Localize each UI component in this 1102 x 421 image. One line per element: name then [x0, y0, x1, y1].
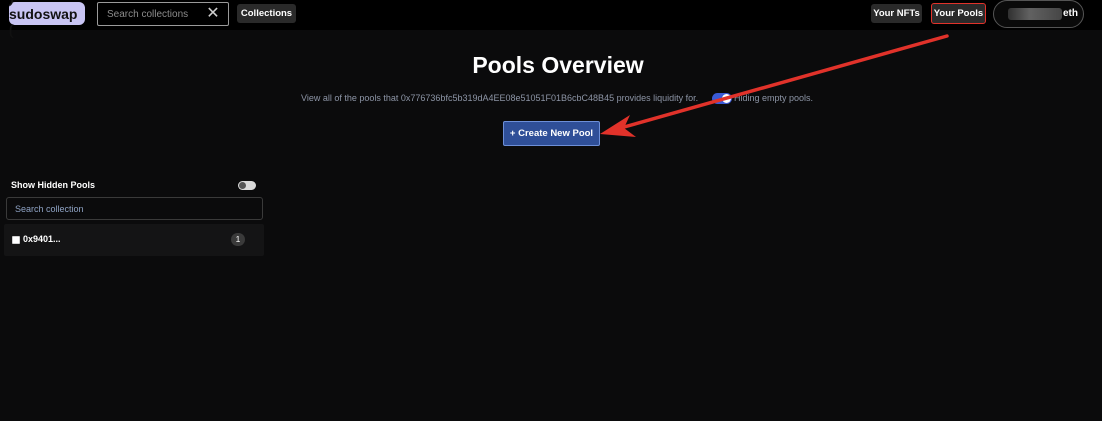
collection-address: 0x9401...: [23, 234, 61, 244]
page-title: Pools Overview: [472, 52, 644, 78]
hiding-empty-pools-label: Hiding empty pools.: [734, 93, 814, 103]
close-icon[interactable]: ✕: [206, 6, 220, 22]
show-hidden-pools-toggle[interactable]: [238, 181, 256, 190]
top-navbar: ⟯ sudoswap ⟮ ✕ Collections Your NFTs You…: [0, 0, 1102, 38]
collection-search: ✕: [97, 2, 229, 26]
wallet-address-redacted: [1008, 8, 1062, 20]
hide-empty-pools-toggle[interactable]: [712, 93, 732, 104]
list-item[interactable]: 0x9401... 1: [4, 224, 264, 256]
your-pools-button[interactable]: Your Pools: [931, 3, 986, 24]
sudoswap-logo[interactable]: ⟯ sudoswap ⟮: [9, 0, 85, 38]
collection-checkbox[interactable]: [12, 236, 20, 244]
page-subtitle: View all of the pools that 0x776736bfc5b…: [301, 93, 699, 103]
collection-search-input[interactable]: [98, 3, 206, 25]
sidebar-search-input[interactable]: [7, 198, 262, 219]
show-hidden-pools-label: Show Hidden Pools: [11, 180, 96, 190]
pool-count-badge: 1: [231, 233, 245, 246]
collections-button[interactable]: Collections: [237, 4, 296, 23]
your-nfts-button[interactable]: Your NFTs: [871, 4, 922, 23]
wallet-suffix: eth: [1063, 8, 1078, 19]
wallet-button[interactable]: eth: [993, 0, 1084, 28]
create-new-pool-button[interactable]: + Create New Pool: [503, 121, 600, 146]
sidebar-search: [6, 197, 263, 220]
